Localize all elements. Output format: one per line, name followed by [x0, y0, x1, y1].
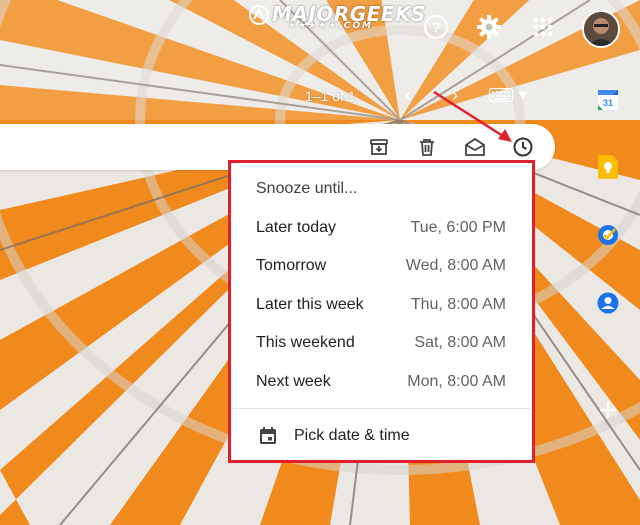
snooze-option-time: Thu, 8:00 AM [410, 296, 506, 313]
snooze-option-label: Later this week [256, 296, 364, 313]
calendar-event-icon [260, 427, 276, 444]
snooze-option-label: This weekend [256, 334, 355, 351]
snooze-option-time: Tue, 6:00 PM [410, 219, 506, 236]
snooze-option-next-week[interactable]: Next week Mon, 8:00 AM [233, 364, 530, 402]
help-icon[interactable]: ? [421, 12, 451, 42]
archive-icon[interactable] [364, 132, 394, 162]
snooze-option-time: Mon, 8:00 AM [407, 373, 506, 390]
watermark-logo-icon [249, 5, 269, 25]
watermark-subtext: ★★★★★.COM [288, 21, 373, 31]
settings-gear-icon[interactable] [474, 12, 504, 42]
snooze-option-this-weekend[interactable]: This weekend Sat, 8:00 AM [233, 325, 530, 363]
pagination-range: 1–1 of 1 [305, 88, 356, 104]
snooze-option-label: Later today [256, 219, 337, 236]
pick-date-time-option[interactable]: Pick date & time [233, 418, 530, 454]
snooze-menu: Snooze until... Later today Tue, 6:00 PM… [233, 166, 530, 458]
snooze-option-label: Tomorrow [256, 257, 327, 274]
keep-icon[interactable] [596, 155, 620, 179]
snooze-option-time: Sat, 8:00 AM [414, 334, 506, 351]
side-panel [574, 0, 640, 525]
svg-text:?: ? [432, 19, 441, 35]
calendar-day-text: 31 [603, 98, 613, 108]
older-page-chevron-left-icon[interactable]: ‹ [397, 84, 419, 106]
snooze-menu-title: Snooze until... [256, 180, 358, 197]
calendar-icon[interactable]: 31 [596, 88, 620, 112]
input-tools-caret-down-icon[interactable] [518, 92, 528, 98]
snooze-clock-icon[interactable] [508, 132, 538, 162]
add-icon[interactable] [596, 398, 620, 422]
mark-unread-icon[interactable] [460, 132, 490, 162]
delete-icon[interactable] [412, 132, 442, 162]
snooze-option-later-this-week[interactable]: Later this week Thu, 8:00 AM [233, 287, 530, 325]
apps-grid-icon[interactable] [528, 12, 558, 42]
keyboard-icon[interactable] [489, 88, 513, 102]
snooze-option-later-today[interactable]: Later today Tue, 6:00 PM [233, 210, 530, 248]
tasks-icon[interactable] [596, 223, 620, 247]
newer-page-chevron-right-icon[interactable]: › [444, 84, 466, 106]
pick-date-time-label: Pick date & time [294, 427, 410, 444]
contacts-icon[interactable] [596, 291, 620, 315]
snooze-option-tomorrow[interactable]: Tomorrow Wed, 8:00 AM [233, 248, 530, 286]
snooze-option-time: Wed, 8:00 AM [405, 257, 506, 274]
majorgeeks-watermark: MAJORGEEKS ★★★★★.COM [248, 2, 425, 32]
snooze-option-label: Next week [256, 373, 331, 390]
menu-divider [233, 408, 530, 409]
